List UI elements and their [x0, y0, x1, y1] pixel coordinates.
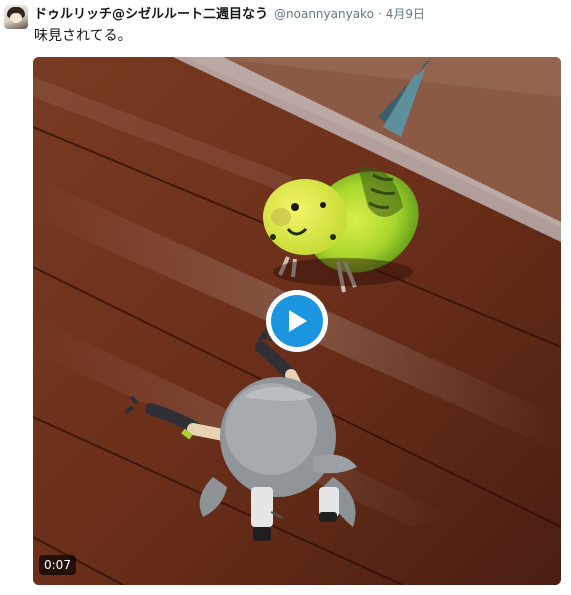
separator-dot: ·: [377, 7, 382, 21]
avatar[interactable]: [4, 5, 28, 29]
tweet-text: 味見されてる。: [34, 28, 132, 44]
video-duration-badge: 0:07: [39, 555, 76, 575]
timestamp-link[interactable]: 4月9日: [386, 5, 425, 22]
user-handle[interactable]: @noannyanyako: [274, 7, 374, 21]
display-name[interactable]: ドゥルリッチ@シゼルルート二週目なう: [34, 3, 268, 22]
tweet-header: ドゥルリッチ@シゼルルート二週目なう @noannyanyako · 4月9日: [34, 3, 425, 22]
video-thumbnail[interactable]: 0:07: [33, 57, 561, 585]
play-icon: [289, 310, 307, 332]
avatar-face: [10, 13, 22, 23]
play-button[interactable]: [266, 290, 328, 352]
play-button-inner: [271, 295, 323, 347]
